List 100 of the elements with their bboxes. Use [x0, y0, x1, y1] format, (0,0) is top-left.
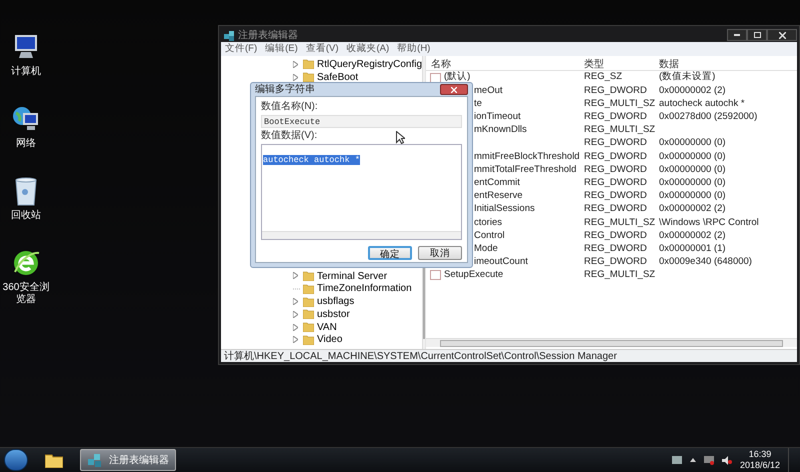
value-type: REG_DWORD — [584, 189, 648, 204]
value-name[interactable]: InitialSessions — [474, 202, 535, 217]
value-type: REG_MULTI_SZ — [584, 268, 656, 282]
value-data: 0x00000000 (0) — [659, 136, 727, 150]
clock-time[interactable]: 16:39 — [748, 449, 772, 460]
tree-item[interactable]: usbflags — [317, 294, 354, 310]
folder-icon — [303, 59, 314, 70]
value-name[interactable]: Control — [474, 228, 505, 243]
value-data: autocheck autochk * — [659, 96, 746, 111]
value-data: 0x00000000 (0) — [659, 176, 727, 190]
folder-icon — [303, 334, 314, 345]
value-type: REG_SZ — [584, 70, 624, 84]
value-name[interactable]: mKnownDlls — [474, 123, 527, 138]
folder-icon — [303, 309, 314, 320]
value-data: 0x00000000 (0) — [659, 189, 727, 204]
desktop-icon-label[interactable]: 回收站 — [11, 210, 41, 222]
value-type: REG_DWORD — [584, 228, 648, 243]
value-type: REG_DWORD — [584, 255, 648, 270]
value-name[interactable]: ionTimeout — [474, 110, 521, 124]
value-name[interactable]: entReserve — [474, 189, 523, 204]
horizontal-scrollbar[interactable] — [262, 231, 461, 239]
string-value-icon — [430, 270, 441, 280]
folder-icon — [303, 296, 314, 307]
dialog-title: 编辑多字符串 — [255, 82, 315, 97]
value-name[interactable]: ctories — [474, 216, 502, 230]
desktop-icon-label[interactable]: 360安全浏览器 — [0, 282, 52, 306]
value-data: 0x00278d00 (2592000) — [659, 110, 758, 124]
value-type: REG_DWORD — [584, 242, 648, 256]
taskbar-button[interactable]: 注册表编辑器 — [80, 449, 176, 471]
value-name[interactable]: meOut — [474, 84, 503, 98]
dialog-button[interactable]: 确定 — [368, 246, 412, 260]
keyboard-icon[interactable] — [672, 456, 682, 464]
tree-item[interactable]: RtlQueryRegistryConfig — [317, 56, 422, 72]
value-data: (数值未设置) — [659, 70, 716, 84]
value-name[interactable]: entCommit — [474, 176, 520, 190]
folder-icon — [45, 452, 63, 468]
tree-item[interactable]: Terminal Server — [317, 268, 388, 284]
value-name[interactable]: imeoutCount — [474, 255, 528, 270]
start-button[interactable] — [4, 449, 28, 471]
mouse-cursor-icon — [396, 131, 405, 144]
value-data: 0x00000002 (2) — [659, 84, 727, 98]
menu-item[interactable]: 帮助(H) — [397, 42, 430, 56]
maximize-button[interactable] — [747, 29, 767, 41]
speaker-muted-icon[interactable] — [722, 456, 732, 464]
value-type: REG_DWORD — [584, 202, 648, 216]
value-data-field[interactable]: autocheck autochk * — [261, 144, 462, 240]
trash-bin-icon[interactable] — [13, 176, 39, 206]
value-data: \Windows \RPC Control — [659, 216, 760, 230]
value-data: 0x00000000 (0) — [659, 162, 727, 177]
desktop-icon-label[interactable]: 网络 — [16, 138, 36, 150]
tree-item[interactable]: Video — [317, 332, 342, 348]
minimize-button[interactable] — [727, 29, 747, 41]
field-label: 数值名称(N): — [261, 101, 319, 113]
dialog-button[interactable]: 取消 — [418, 246, 462, 260]
value-type: REG_DWORD — [584, 136, 648, 150]
value-data: 0x00000002 (2) — [659, 228, 727, 243]
value-data: 0x00000002 (2) — [659, 202, 727, 216]
value-type: REG_MULTI_SZ — [584, 96, 656, 111]
browser-e-icon[interactable] — [11, 248, 41, 278]
column-header[interactable]: 类型 — [584, 56, 659, 72]
maximize-icon — [754, 32, 760, 38]
close-icon — [778, 32, 786, 38]
status-path: 计算机\HKEY_LOCAL_MACHINE\SYSTEM\CurrentControlSet\Control\Session Manager — [224, 350, 617, 364]
close-button[interactable] — [440, 84, 468, 95]
menu-item[interactable]: 查看(V) — [306, 42, 338, 56]
value-name[interactable]: SetupExecute — [444, 268, 504, 283]
value-type: REG_MULTI_SZ — [584, 123, 656, 138]
cubes-icon — [224, 30, 235, 40]
value-name[interactable]: Mode — [474, 242, 498, 256]
minimize-icon — [734, 34, 740, 36]
value-type: REG_DWORD — [584, 150, 648, 164]
value-name-field[interactable]: BootExecute — [261, 115, 462, 128]
tree-item[interactable]: TimeZoneInformation — [317, 281, 412, 296]
value-name[interactable]: te — [474, 96, 482, 112]
caret-up-icon[interactable] — [690, 458, 696, 462]
value-name[interactable]: mmitTotalFreeThreshold — [474, 162, 576, 178]
tree-item[interactable]: usbstor — [317, 306, 350, 322]
tree-item[interactable]: VAN — [317, 320, 337, 335]
network-warning-icon[interactable] — [704, 456, 714, 464]
window-title: 注册表编辑器 — [238, 28, 298, 42]
close-icon — [451, 86, 457, 92]
horizontal-scrollbar[interactable] — [426, 338, 797, 347]
value-name[interactable]: mmitFreeBlockThreshold — [474, 150, 580, 164]
folder-icon — [303, 270, 314, 281]
clock-date[interactable]: 2018/6/12 — [740, 460, 780, 471]
value-type: REG_DWORD — [584, 110, 648, 124]
field-label: 数值数据(V): — [261, 130, 318, 142]
value-data: 0x00000001 (1) — [659, 242, 727, 256]
column-header[interactable]: 名称 — [426, 56, 584, 72]
value-name[interactable]: (默认) — [444, 70, 470, 85]
close-button[interactable] — [767, 29, 797, 41]
value-type: REG_DWORD — [584, 84, 648, 98]
menu-item[interactable]: 编辑(E) — [265, 42, 298, 56]
value-data-text: autocheck autochk * — [263, 155, 360, 165]
column-header[interactable]: 数据 — [659, 56, 797, 72]
menu-item[interactable]: 收藏夹(A) — [346, 42, 390, 56]
folder-icon — [303, 284, 314, 294]
tree-item[interactable]: SafeBoot — [317, 70, 358, 85]
menu-item[interactable]: 文件(F) — [225, 42, 258, 56]
desktop-icon-label[interactable]: 计算机 — [11, 66, 41, 78]
